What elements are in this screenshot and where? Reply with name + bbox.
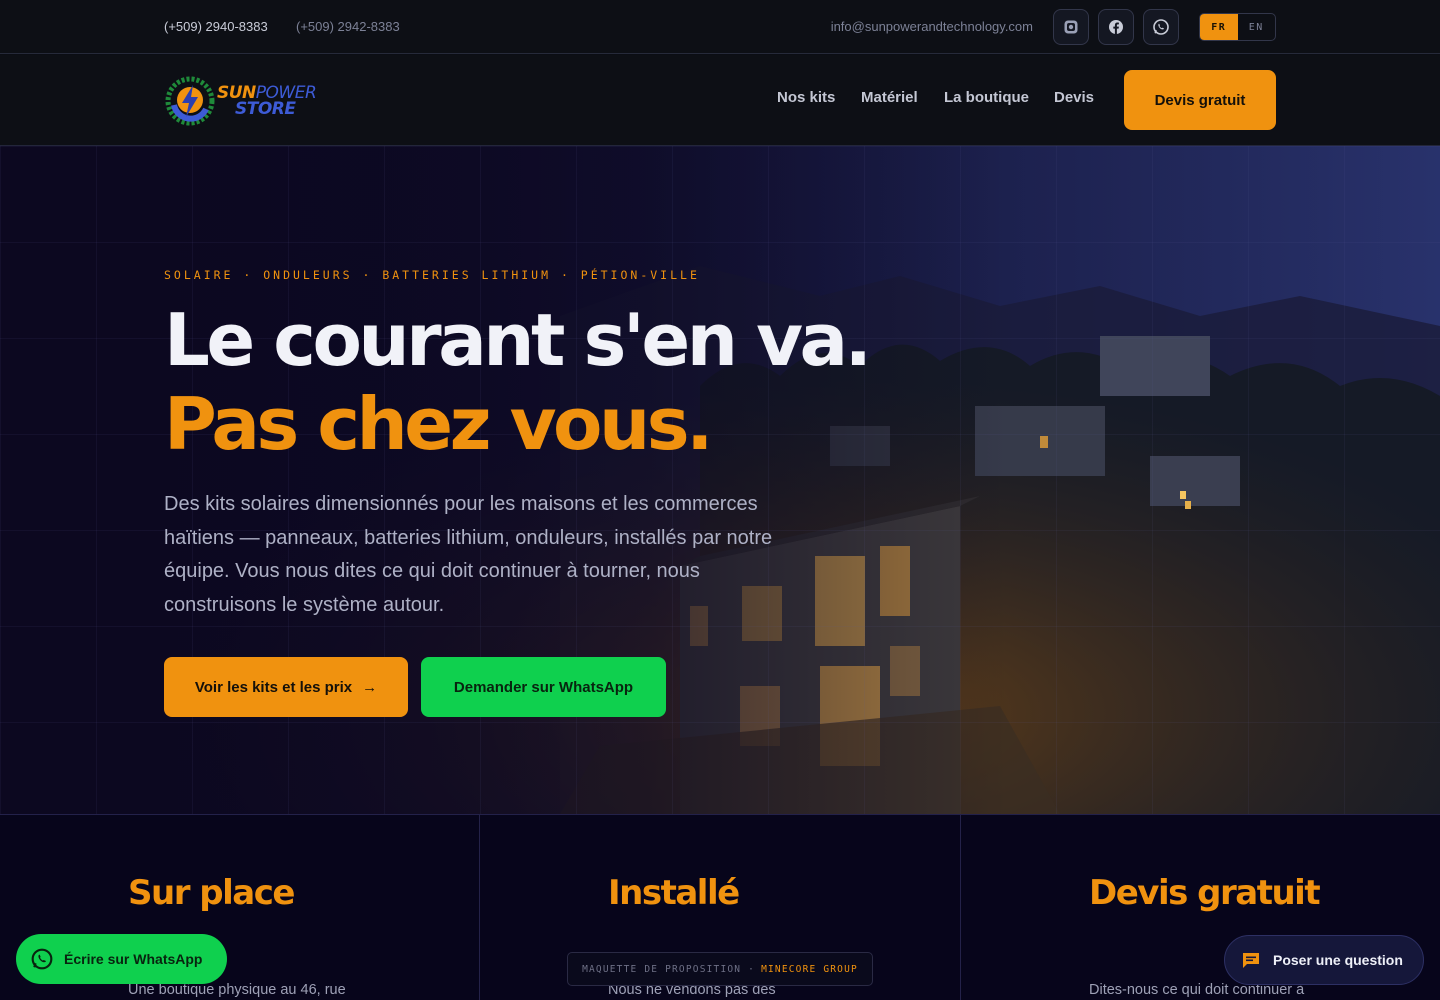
lang-en-button[interactable]: EN xyxy=(1238,14,1276,40)
phone-primary-link[interactable]: (+509) 2940-8383 xyxy=(164,19,268,34)
ask-question-label: Poser une question xyxy=(1273,952,1403,968)
ask-whatsapp-button[interactable]: Demander sur WhatsApp xyxy=(421,657,666,717)
see-kits-label: Voir les kits et les prix xyxy=(194,678,353,696)
instagram-icon xyxy=(1064,20,1078,34)
feature-title: Installé xyxy=(608,873,740,913)
hero-title-line2: Pas chez vous. xyxy=(164,382,713,466)
arrow-right-icon: → xyxy=(362,678,378,696)
whatsapp-button[interactable] xyxy=(1143,9,1179,45)
phone-secondary-link[interactable]: (+509) 2942-8383 xyxy=(296,19,400,34)
top-bar: (+509) 2940-8383 (+509) 2942-8383 info@s… xyxy=(0,0,1440,54)
see-kits-button[interactable]: Voir les kits et les prix → xyxy=(164,657,408,717)
hero-eyebrow: SOLAIRE · ONDULEURS · BATTERIES LITHIUM … xyxy=(164,268,700,282)
feature-title: Devis gratuit xyxy=(1089,873,1321,913)
hero-lead: Des kits solaires dimensionnés pour les … xyxy=(164,493,773,616)
nav-link-kits[interactable]: Nos kits xyxy=(777,89,835,106)
nav-link-boutique[interactable]: La boutique xyxy=(944,89,1029,106)
mockup-badge: MAQUETTE DE PROPOSITION · MINECORE GROUP xyxy=(567,952,873,986)
lang-fr-button[interactable]: FR xyxy=(1200,14,1238,40)
logo-wordmark-bottom: STORE xyxy=(235,99,296,119)
nav-link-devis[interactable]: Devis xyxy=(1054,89,1094,106)
logo[interactable]: SUNPOWER STORE xyxy=(164,75,324,127)
nav-link-materiel[interactable]: Matériel xyxy=(861,89,918,106)
hero-section: SOLAIRE · ONDULEURS · BATTERIES LITHIUM … xyxy=(0,146,1440,814)
whatsapp-icon xyxy=(31,948,53,970)
facebook-button[interactable] xyxy=(1098,9,1134,45)
email-link[interactable]: info@sunpowerandtechnology.com xyxy=(831,19,1033,34)
mockup-badge-company: MINECORE GROUP xyxy=(761,963,858,975)
sun-bolt-logo-icon xyxy=(165,76,215,126)
language-switcher: FR EN xyxy=(1199,13,1276,41)
feature-title: Sur place xyxy=(128,873,295,913)
whatsapp-icon xyxy=(1153,19,1169,35)
hero-title-line1: Le courant s'en va. xyxy=(164,298,872,382)
ask-question-button[interactable]: Poser une question xyxy=(1224,935,1424,985)
instagram-button[interactable] xyxy=(1053,9,1089,45)
free-quote-button[interactable]: Devis gratuit xyxy=(1124,70,1276,130)
whatsapp-float-button[interactable]: Écrire sur WhatsApp xyxy=(16,934,227,984)
whatsapp-float-label: Écrire sur WhatsApp xyxy=(64,951,203,967)
chat-bubble-icon xyxy=(1243,953,1259,968)
main-nav: SUNPOWER STORE Nos kits Matériel La bout… xyxy=(0,55,1440,146)
feature-text: Une boutique physique au 46, rue xyxy=(128,982,346,998)
facebook-icon xyxy=(1109,20,1123,34)
mockup-badge-label: MAQUETTE DE PROPOSITION · xyxy=(582,963,756,975)
